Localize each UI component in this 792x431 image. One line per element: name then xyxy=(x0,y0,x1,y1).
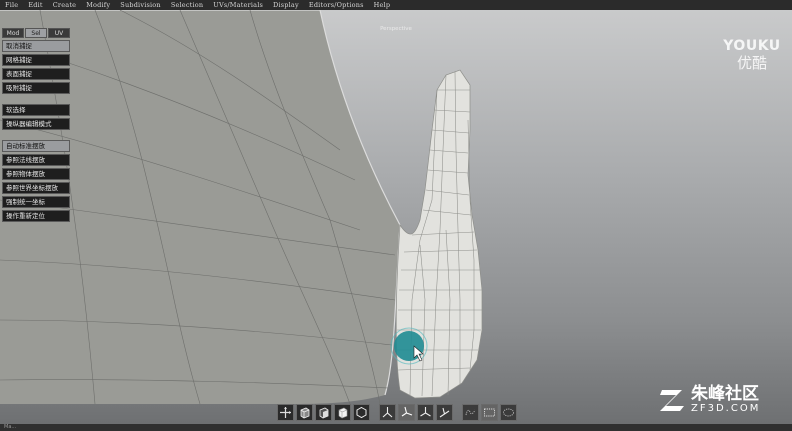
zf3d-watermark: 朱峰社区 ZF3D.COM xyxy=(658,384,760,414)
menu-display[interactable]: Display xyxy=(268,1,304,9)
axis-screen-icon xyxy=(439,407,450,417)
paint-select-button[interactable] xyxy=(500,403,517,421)
surface-snap-button[interactable]: 表面捕捉 xyxy=(2,68,70,80)
lasso-select-icon xyxy=(465,409,476,415)
rect-select-icon xyxy=(484,408,495,416)
axis-screen-button[interactable] xyxy=(436,403,453,421)
face-mode-button[interactable] xyxy=(296,403,313,421)
object-place-button[interactable]: 参照物体摆放 xyxy=(2,168,70,180)
menu-uvs-materials[interactable]: UVs/Materials xyxy=(208,1,268,9)
axis-world-icon xyxy=(382,406,393,417)
hexagon-icon xyxy=(356,406,367,418)
zf3d-title: 朱峰社区 xyxy=(691,383,759,404)
axis-world-button[interactable] xyxy=(379,403,396,421)
edge-mode-button[interactable] xyxy=(315,403,332,421)
force-unify-button[interactable]: 强制统一坐标 xyxy=(2,196,70,208)
axis-local-icon xyxy=(401,406,413,416)
perspective-viewport[interactable]: Perspective xyxy=(0,10,792,424)
cube-face-icon xyxy=(300,407,310,418)
bottom-toolbar xyxy=(277,402,517,422)
object-mode-button[interactable] xyxy=(334,403,351,421)
menu-subdivision[interactable]: Subdivision xyxy=(115,1,166,9)
zf3d-logo-icon xyxy=(660,390,684,411)
viewport-label: Perspective xyxy=(380,26,412,32)
axis-normal-icon xyxy=(420,406,431,416)
status-text: Ma... xyxy=(4,424,17,430)
move-tool-button[interactable] xyxy=(277,403,294,421)
status-bar: Ma... xyxy=(0,424,792,431)
hexagon-mode-button[interactable] xyxy=(353,403,370,421)
menu-help[interactable]: Help xyxy=(369,1,396,9)
youku-logo-cn: 优酷 xyxy=(736,54,767,72)
cube-edge-icon xyxy=(319,407,329,418)
tab-mod[interactable]: Mod xyxy=(2,28,24,38)
attach-snap-button[interactable]: 吸附捕捉 xyxy=(2,82,70,94)
tab-uv[interactable]: UV xyxy=(48,28,70,38)
cube-solid-icon xyxy=(338,407,348,418)
zf3d-url: ZF3D.COM xyxy=(691,402,761,414)
menu-editors-options[interactable]: Editors/Options xyxy=(304,1,369,9)
rect-select-button[interactable] xyxy=(481,403,498,421)
lasso-select-button[interactable] xyxy=(462,403,479,421)
panel-tabs: Mod Sel UV xyxy=(2,28,70,38)
axis-normal-button[interactable] xyxy=(417,403,434,421)
auto-standard-place-button[interactable]: 自动标准摆放 xyxy=(2,140,70,152)
soft-select-button[interactable]: 软选择 xyxy=(2,104,70,116)
world-place-button[interactable]: 参照世界坐标摆放 xyxy=(2,182,70,194)
menu-bar: File Edit Create Modify Subdivision Sele… xyxy=(0,0,792,10)
paint-select-icon xyxy=(503,408,514,416)
youku-watermark: YOUKU 优酷 xyxy=(722,38,782,73)
menu-create[interactable]: Create xyxy=(48,1,81,9)
axis-local-button[interactable] xyxy=(398,403,415,421)
snap-off-button[interactable]: 取消捕捉 xyxy=(2,40,70,52)
normal-place-button[interactable]: 参照法线摆放 xyxy=(2,154,70,166)
manipulator-edit-button[interactable]: 操纵器编辑模式 xyxy=(2,118,70,130)
menu-file[interactable]: File xyxy=(0,1,23,9)
move-tool-icon xyxy=(280,406,291,418)
menu-edit[interactable]: Edit xyxy=(23,1,47,9)
tab-sel[interactable]: Sel xyxy=(25,28,47,38)
menu-selection[interactable]: Selection xyxy=(166,1,208,9)
grid-snap-button[interactable]: 网格捕捉 xyxy=(2,54,70,66)
menu-modify[interactable]: Modify xyxy=(81,1,115,9)
reposition-button[interactable]: 操作重新定位 xyxy=(2,210,70,222)
mesh-canvas xyxy=(0,10,483,405)
